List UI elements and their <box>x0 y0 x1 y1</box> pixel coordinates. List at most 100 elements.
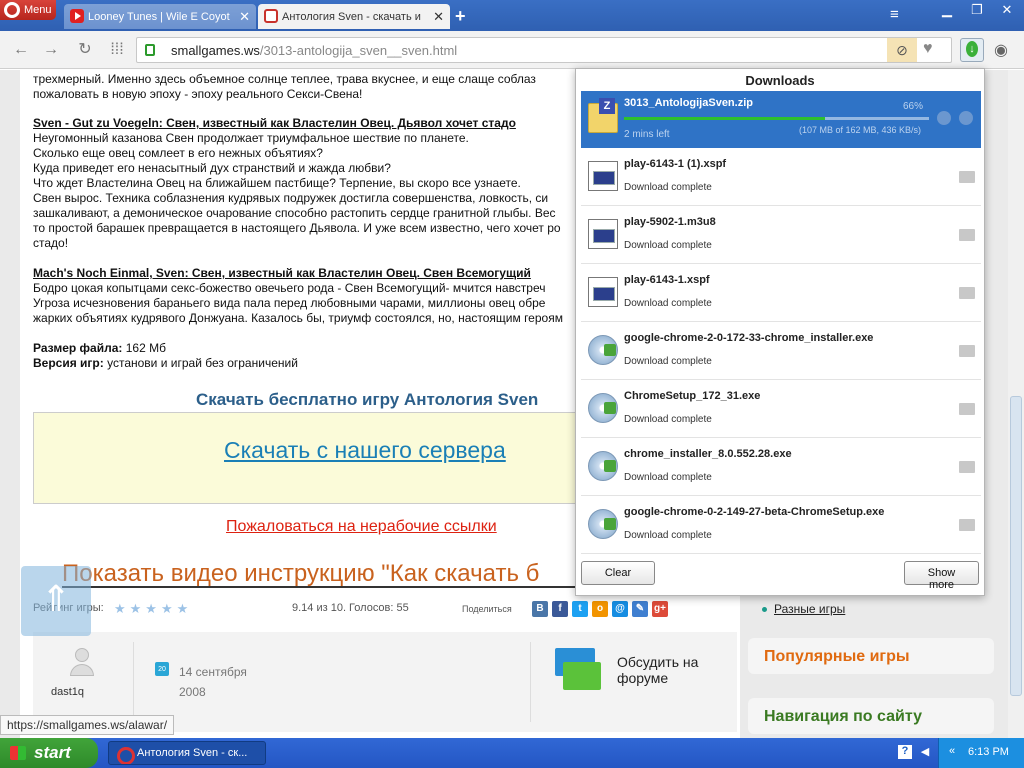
file-name: ChromeSetup_172_31.exe <box>624 390 761 402</box>
youtube-icon <box>70 9 84 23</box>
open-folder-icon[interactable] <box>959 345 975 357</box>
open-folder-icon[interactable] <box>959 461 975 473</box>
tray-arrow-icon[interactable]: « <box>945 745 959 759</box>
progress-fill <box>624 117 826 120</box>
download-item[interactable]: play-6143-1 (1).xspf Download complete <box>581 149 981 206</box>
bookmark-heart-icon[interactable]: ♥ <box>923 40 933 58</box>
minimize-icon[interactable]: ▁ <box>934 0 960 20</box>
download-item[interactable]: play-6143-1.xspf Download complete <box>581 265 981 322</box>
sidebar-link-various-games[interactable]: Разные игры <box>761 602 845 616</box>
scroll-top-button[interactable]: ⇑ <box>21 566 91 636</box>
download-item[interactable]: ChromeSetup_172_31.exe Download complete <box>581 381 981 438</box>
divider <box>62 586 602 588</box>
url-text[interactable]: smallgames.ws/3013-antologija_sven__sven… <box>171 43 457 58</box>
tab-looney-tunes[interactable]: Looney Tunes | Wile E Coyot ✕ <box>64 4 256 29</box>
profile-icon[interactable]: ◉ <box>994 40 1008 60</box>
volume-icon[interactable]: ◀ <box>918 745 932 759</box>
intro-text: трехмерный. Именно здесь объемное солнце… <box>33 72 536 101</box>
close-tab-icon[interactable]: ✕ <box>433 9 444 25</box>
ad-block-icon[interactable]: ⊘ <box>887 38 917 62</box>
opera-menu-button[interactable]: Menu <box>0 0 56 20</box>
report-broken-links[interactable]: Пожаловаться на нерабочие ссылки <box>226 518 497 536</box>
author-name[interactable]: dast1q <box>51 686 84 698</box>
download-status: Download complete <box>624 356 712 367</box>
downloads-button-icon[interactable] <box>960 38 984 62</box>
download-status: Download complete <box>624 414 712 425</box>
download-title: Скачать бесплатно игру Антология Sven <box>196 390 539 409</box>
download-item[interactable]: chrome_installer_8.0.552.28.exe Download… <box>581 439 981 496</box>
clear-button[interactable]: Clear <box>581 561 655 585</box>
speed-dial-grid-icon[interactable]: ⁞⁞⁞ <box>106 40 128 60</box>
file-name: play-6143-1.xspf <box>624 274 710 286</box>
window-controls: ▁ ❐ ✕ <box>934 0 1020 20</box>
reload-icon[interactable]: ↻ <box>74 40 96 60</box>
file-name: google-chrome-0-2-149-27-beta-ChromeSetu… <box>624 506 885 518</box>
googleplus-icon[interactable]: g+ <box>652 601 668 617</box>
video-instruction-link[interactable]: Показать видео инструкцию "Как скачать б <box>62 560 539 588</box>
installer-file-icon <box>588 335 618 365</box>
tab-menu-icon[interactable]: ≡ <box>890 6 899 23</box>
divider <box>133 642 134 722</box>
time-left: 2 mins left <box>624 129 670 140</box>
pause-icon[interactable] <box>937 111 951 125</box>
sidebar-navigation[interactable]: Навигация по сайту <box>748 698 994 734</box>
mailru-icon[interactable]: @ <box>612 601 628 617</box>
installer-file-icon <box>588 451 618 481</box>
odnoklassniki-icon[interactable]: о <box>592 601 608 617</box>
show-more-button[interactable]: Show more <box>904 561 979 591</box>
scrollbar-thumb[interactable] <box>1010 396 1022 696</box>
section-heading: Sven - Gut zu Voegeln: Свен, известный к… <box>33 116 516 130</box>
close-window-icon[interactable]: ✕ <box>994 0 1020 20</box>
download-status: Download complete <box>624 240 712 251</box>
download-item[interactable]: google-chrome-0-2-149-27-beta-ChromeSetu… <box>581 497 981 554</box>
twitter-icon[interactable]: t <box>572 601 588 617</box>
close-tab-icon[interactable]: ✕ <box>239 9 250 25</box>
start-button[interactable]: start <box>0 738 98 768</box>
file-info: Размер файла: 162 Мб Версия игр: установ… <box>33 341 298 370</box>
page-scrollbar[interactable] <box>1008 70 1024 738</box>
help-icon[interactable]: ? <box>898 745 912 759</box>
forward-arrow-icon[interactable]: → <box>40 40 62 60</box>
open-folder-icon[interactable] <box>959 287 975 299</box>
livejournal-icon[interactable]: ✎ <box>632 601 648 617</box>
forum-link[interactable]: Обсудить на форуме <box>617 654 698 686</box>
open-folder-icon[interactable] <box>959 229 975 241</box>
clock: 6:13 PM <box>968 746 1009 758</box>
divider <box>530 642 531 722</box>
download-server-link[interactable]: Скачать с нашего сервера <box>224 437 506 464</box>
rating-stars[interactable]: ★★★★★ <box>114 601 192 617</box>
post-date: 14 сентября 2008 <box>179 665 247 699</box>
download-item[interactable]: google-chrome-2-0-172-33-chrome_installe… <box>581 323 981 380</box>
open-folder-icon[interactable] <box>959 171 975 183</box>
address-bar: ← → ↻ ⁞⁞⁞ smallgames.ws/3013-antologija_… <box>0 31 1024 69</box>
site-favicon-icon <box>264 9 278 23</box>
installer-file-icon <box>588 393 618 423</box>
tab-bar: Menu Looney Tunes | Wile E Coyot ✕ Антол… <box>0 0 1024 31</box>
avatar-icon <box>70 648 94 678</box>
sidebar-popular-games[interactable]: Популярные игры <box>748 638 994 674</box>
new-tab-plus-icon[interactable]: + <box>455 6 466 27</box>
download-status: Download complete <box>624 530 712 541</box>
taskbar-item-opera[interactable]: Антология Sven - ск... <box>108 741 266 765</box>
maximize-icon[interactable]: ❐ <box>964 0 990 20</box>
open-folder-icon[interactable] <box>959 519 975 531</box>
forum-chat-icon[interactable] <box>555 648 601 694</box>
cancel-download-icon[interactable] <box>959 111 973 125</box>
download-status: Download complete <box>624 472 712 483</box>
section-machs-noch: Mach's Noch Einmal, Sven: Свен, известны… <box>33 266 563 325</box>
section-heading: Mach's Noch Einmal, Sven: Свен, известны… <box>33 266 531 280</box>
downloads-panel: Downloads 3013_AntologijaSven.zip 66% 2 … <box>575 68 985 596</box>
download-status: Download complete <box>624 298 712 309</box>
tab-antologiya-sven[interactable]: Антология Sven - скачать и ✕ <box>258 4 450 29</box>
download-item[interactable]: 3013_AntologijaSven.zip 66% 2 mins left … <box>581 91 981 148</box>
url-field[interactable]: smallgames.ws/3013-antologija_sven__sven… <box>136 37 952 63</box>
open-folder-icon[interactable] <box>959 403 975 415</box>
back-arrow-icon[interactable]: ← <box>10 40 32 60</box>
file-name: chrome_installer_8.0.552.28.exe <box>624 448 792 460</box>
vk-icon[interactable]: B <box>532 601 548 617</box>
facebook-icon[interactable]: f <box>552 601 568 617</box>
playlist-file-icon <box>588 277 618 307</box>
playlist-file-icon <box>588 219 618 249</box>
download-item[interactable]: play-5902-1.m3u8 Download complete <box>581 207 981 264</box>
download-status: Download complete <box>624 182 712 193</box>
